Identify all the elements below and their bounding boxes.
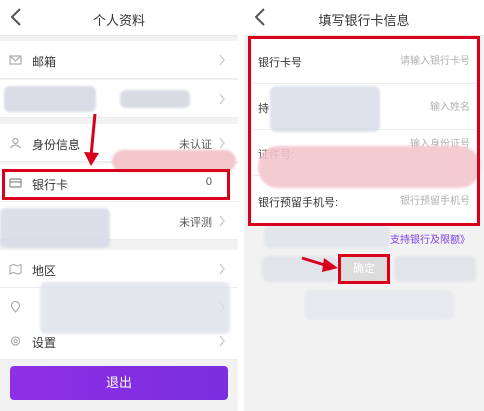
row-label: 地区 [32,264,57,278]
profile-row-email[interactable]: 邮箱 [0,41,238,79]
map-icon [9,263,22,275]
chevron-right-icon [219,263,225,275]
form-header: 填写银行卡信息 [244,0,484,36]
row-label: 邮箱 [32,55,57,69]
chevron-right-icon [219,54,225,66]
annotation-arrow-icon [301,256,338,272]
settings-icon [10,336,21,346]
profile-header: 个人资料 [0,0,238,36]
privacy-blur [304,290,454,320]
bank-card-form-screen: 填写银行卡信息 银行卡号 持 证件号: 银行预留手机号: 支持银行及限额》 确定 [244,0,484,411]
location-icon [10,301,21,313]
privacy-blur [264,226,390,248]
row-label: 身份信息 [32,138,81,152]
confirm-button[interactable]: 确定 [338,254,390,284]
chevron-right-icon [219,137,225,149]
page-title: 填写银行卡信息 [318,13,410,28]
mail-icon [9,55,22,65]
privacy-blur [4,86,96,112]
chevron-right-icon [219,215,225,227]
row-label: 设置 [32,336,57,350]
chevron-right-icon [219,335,225,347]
supported-banks-link[interactable]: 支持银行及限额》 [390,231,470,246]
annotation-highlight-bank-card [2,169,230,200]
profile-screen: 个人资料 邮箱 身份信息 未认证 银行卡 0 未评测 地区 设置 退出 [0,0,238,411]
privacy-blur [0,208,110,248]
page-title: 个人资料 [92,13,145,28]
assessment-status: 未评测 [179,217,212,229]
annotation-highlight-form [248,36,480,226]
chevron-right-icon [219,93,225,105]
id-card-icon [10,137,21,149]
privacy-blur [40,282,230,334]
logout-button[interactable]: 退出 [10,366,228,400]
privacy-blur [394,256,476,282]
privacy-blur [120,90,190,108]
annotation-arrow-icon [84,113,99,166]
